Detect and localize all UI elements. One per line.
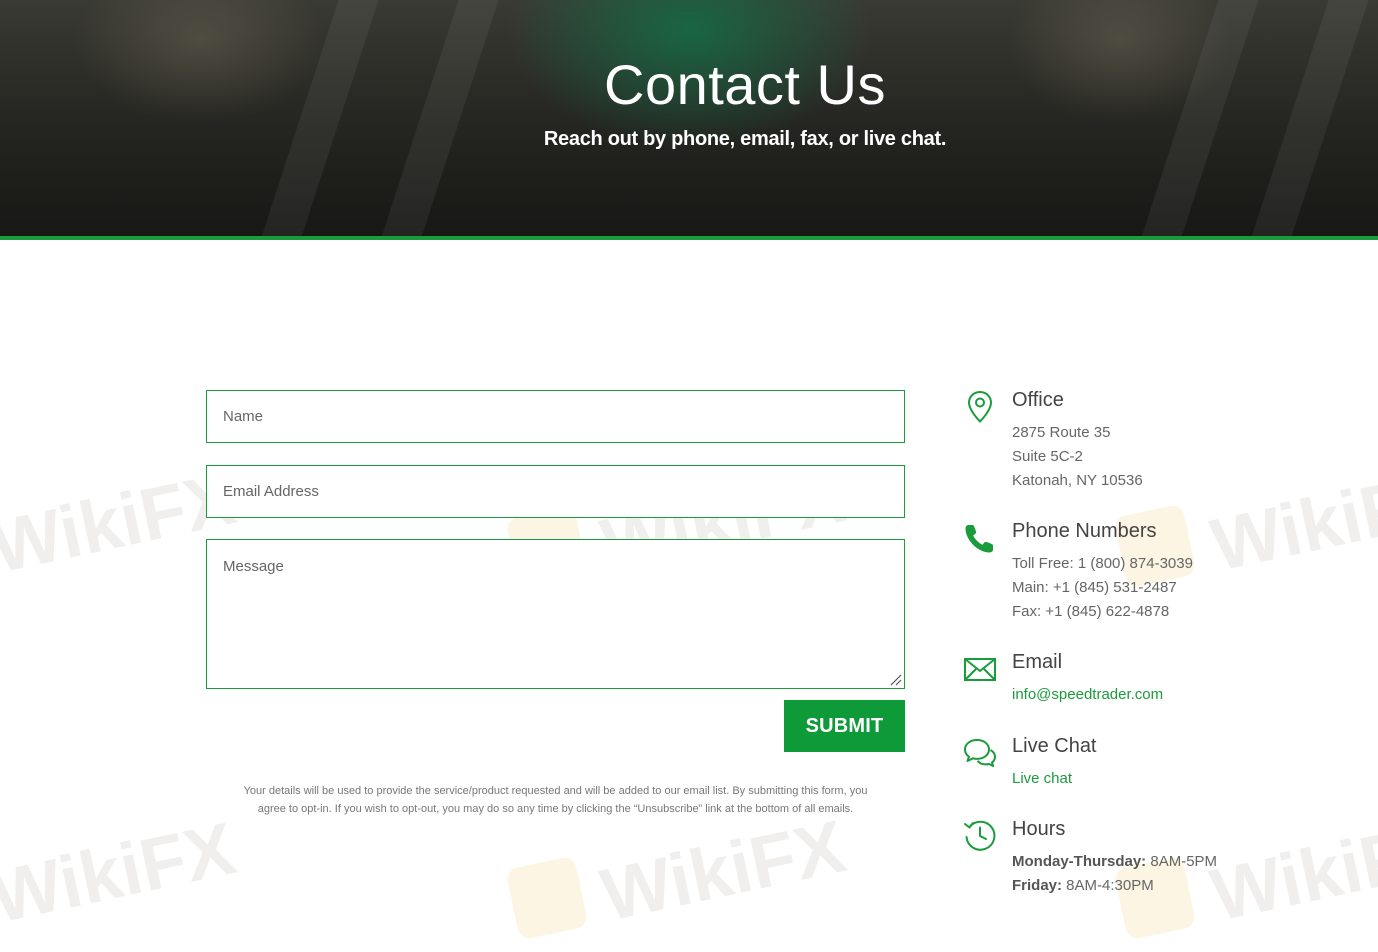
- office-heading: Office: [1012, 389, 1064, 411]
- chat-bubbles-icon: [964, 739, 996, 767]
- envelope-icon: [964, 658, 996, 681]
- phone-heading: Phone Numbers: [1012, 520, 1157, 542]
- hero-accent-bar: [0, 236, 1378, 240]
- watermark-text: WikiFX: [1204, 804, 1378, 937]
- disclaimer-line: Your details will be used to provide the…: [243, 785, 868, 797]
- address-line: Katonah, NY 10536: [1012, 472, 1143, 489]
- hours-fri: Friday: 8AM-4:30PM: [1012, 874, 1217, 898]
- live-chat-lines: Live chat: [1012, 767, 1072, 791]
- page-title: Contact Us: [604, 53, 886, 116]
- email-heading: Email: [1012, 651, 1063, 673]
- live-chat-heading: Live Chat: [1012, 735, 1097, 757]
- hours-time: 8AM-4:30PM: [1062, 877, 1154, 894]
- phone-icon: [965, 525, 993, 553]
- phone-main[interactable]: Main: +1 (845) 531-2487: [1012, 576, 1193, 600]
- live-chat-link[interactable]: Live chat: [1012, 770, 1072, 787]
- email-lines: info@speedtrader.com: [1012, 683, 1163, 707]
- watermark-text: WikiFX: [1204, 454, 1378, 587]
- hero-background-beam: [381, 0, 499, 237]
- hours-heading: Hours: [1012, 818, 1066, 840]
- watermark-logo: [505, 855, 589, 941]
- hours-day-label: Friday:: [1012, 877, 1063, 894]
- map-pin-icon: [967, 390, 993, 423]
- hero-background-beam: [1141, 0, 1259, 237]
- hours-mon-thu: Monday-Thursday: 8AM-5PM: [1012, 850, 1217, 874]
- hours-time: 8AM-5PM: [1146, 853, 1218, 870]
- hero-background-beam: [1251, 0, 1369, 237]
- address-line: Suite 5C-2: [1012, 448, 1083, 465]
- page-subtitle: Reach out by phone, email, fax, or live …: [543, 128, 947, 150]
- phone-toll-free[interactable]: Toll Free: 1 (800) 874-3039: [1012, 552, 1193, 576]
- hero-banner: Contact Us Reach out by phone, email, fa…: [0, 0, 1378, 237]
- hours-day-label: Monday-Thursday:: [1012, 853, 1147, 870]
- email-link[interactable]: info@speedtrader.com: [1012, 686, 1163, 703]
- privacy-disclaimer: Your details will be used to provide the…: [206, 782, 905, 818]
- clock-history-icon: [964, 820, 996, 851]
- phone-list: Toll Free: 1 (800) 874-3039 Main: +1 (84…: [1012, 552, 1193, 624]
- phone-fax: Fax: +1 (845) 622-4878: [1012, 603, 1170, 620]
- watermark-text: WikiFX: [594, 804, 852, 937]
- name-input[interactable]: [206, 390, 905, 443]
- message-textarea[interactable]: [206, 539, 905, 689]
- hours-list: Monday-Thursday: 8AM-5PM Friday: 8AM-4:3…: [1012, 850, 1217, 898]
- office-address: 2875 Route 35 Suite 5C-2 Katonah, NY 105…: [1012, 421, 1143, 493]
- hero-background-beam: [261, 0, 379, 237]
- watermark-text: WikiFX: [0, 806, 242, 939]
- address-line: 2875 Route 35: [1012, 424, 1111, 441]
- email-input[interactable]: [206, 465, 905, 518]
- disclaimer-line: agree to opt-in. If you wish to opt-out,…: [257, 803, 854, 815]
- submit-button[interactable]: SUBMIT: [784, 700, 905, 752]
- resize-grip-icon[interactable]: [888, 672, 902, 686]
